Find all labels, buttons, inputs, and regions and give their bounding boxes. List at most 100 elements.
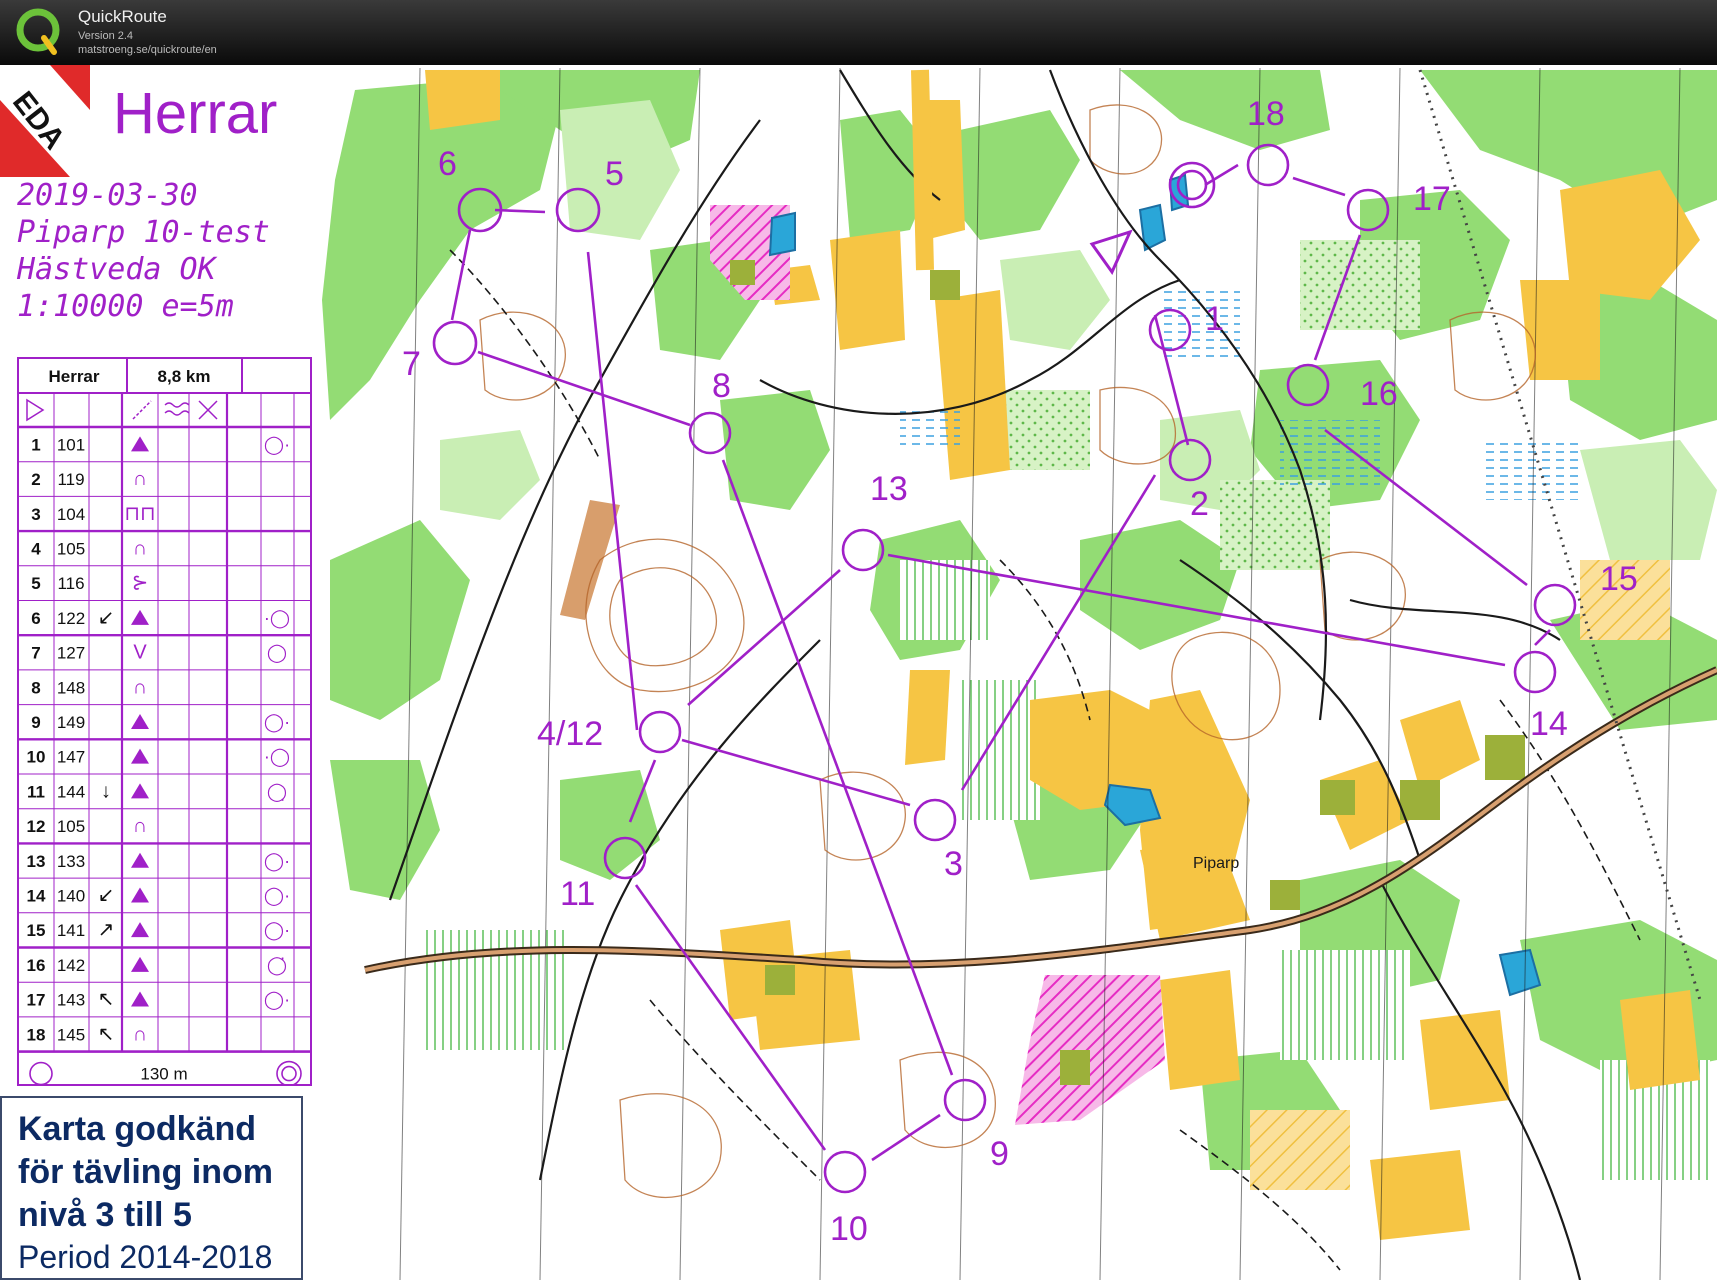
- control-code: 141: [57, 921, 85, 940]
- feature-symbol: ∩: [133, 537, 147, 559]
- club-name: Hästveda OK: [17, 252, 216, 287]
- boulder-feature-icon: [131, 609, 149, 625]
- control-label: 11: [560, 875, 595, 913]
- boulder-feature-icon: [131, 887, 149, 903]
- boulder-feature-icon: [131, 436, 149, 452]
- control-label: 16: [1360, 375, 1398, 413]
- location-detail-symbol: ◯·: [264, 885, 290, 906]
- control-code: 122: [57, 609, 85, 628]
- quickroute-logo-icon: [16, 8, 60, 55]
- app-version: Version 2.4: [78, 30, 134, 42]
- place-name-label: Piparp: [1193, 855, 1239, 872]
- location-detail-symbol: ·◯: [264, 747, 290, 768]
- control-label: 6: [438, 145, 457, 183]
- location-detail-symbol: ◯·: [264, 712, 290, 733]
- wavy-icon: [164, 402, 190, 416]
- location-detail-symbol: ◯̣: [267, 781, 287, 802]
- direction-symbol: ↗: [98, 919, 115, 941]
- control-code: 142: [57, 956, 85, 975]
- direction-symbol: ↖: [98, 989, 115, 1011]
- sheet-course-length: 8,8 km: [158, 367, 211, 386]
- control-number: 18: [27, 1025, 46, 1044]
- control-label: 13: [870, 470, 908, 508]
- control-label: 9: [990, 1135, 1009, 1173]
- boulder-feature-icon: [131, 783, 149, 799]
- control-code: 104: [57, 505, 85, 524]
- location-detail-symbol: ◯·: [264, 851, 290, 872]
- control-label: 15: [1600, 560, 1638, 598]
- control-number: 2: [31, 470, 40, 489]
- location-detail-symbol: ◯·: [264, 434, 290, 455]
- feature-symbol: V: [133, 642, 147, 664]
- finish-distance: 130 m: [140, 1065, 187, 1084]
- control-code: 143: [57, 991, 85, 1010]
- control-code: 145: [57, 1025, 85, 1044]
- control-number: 3: [31, 505, 40, 524]
- control-label: 2: [1190, 485, 1209, 523]
- control-code: 127: [57, 644, 85, 663]
- control-number: 13: [27, 852, 46, 871]
- control-label: 8: [712, 367, 731, 405]
- feature-symbol: ∩: [133, 1023, 147, 1045]
- location-detail-symbol: ◯: [267, 643, 287, 664]
- app-url[interactable]: matstroeng.se/quickroute/en: [78, 44, 217, 56]
- start-triangle-icon: [26, 398, 45, 422]
- location-detail-symbol: ◯·: [264, 920, 290, 941]
- control-number: 7: [31, 644, 40, 663]
- description-grid: Herrar 8,8 km1 101 ◯·2 119 ∩3 104 ⊓⊓4 105 ∩5 116 ⊱6…: [19, 359, 310, 1087]
- direction-symbol: ↓: [101, 780, 111, 802]
- control-number: 5: [31, 574, 40, 593]
- terrain-layer: [310, 67, 1717, 1280]
- finish-start-circle-icon: [29, 1061, 53, 1086]
- eda-club-logo: EDA: [0, 65, 90, 177]
- boulder-feature-icon: [131, 922, 149, 938]
- boulder-feature-icon: [131, 748, 149, 764]
- control-number: 14: [27, 886, 46, 905]
- map-scale: 1:10000 e=5m: [17, 289, 234, 324]
- feature-symbol: ∩: [133, 468, 147, 490]
- control-code: 101: [57, 435, 85, 454]
- direction-symbol: ↙: [98, 884, 115, 906]
- control-description-sheet: Herrar 8,8 km 1 101 ◯· 2 119 ∩ 3 104 ⊓⊓ 4 105 ∩ 5 116 ⊱ 6…: [17, 357, 312, 1087]
- feature-symbol: ∩: [133, 815, 147, 837]
- event-name: Piparp 10-test: [17, 215, 270, 250]
- crossing-icon: [132, 400, 152, 420]
- location-detail-symbol: ◯·: [264, 990, 290, 1011]
- control-code: 148: [57, 678, 85, 697]
- control-code: 105: [57, 817, 85, 836]
- control-number: 4: [31, 539, 41, 558]
- control-number: 8: [31, 678, 40, 697]
- control-label: 14: [1530, 705, 1568, 743]
- boulder-feature-icon: [131, 956, 149, 972]
- cross-icon: [198, 400, 218, 420]
- approval-line: för tävling inom: [18, 1153, 273, 1191]
- course-title: Herrar: [113, 81, 278, 146]
- event-date: 2019-03-30: [17, 178, 198, 213]
- control-number: 16: [27, 956, 46, 975]
- control-code: 133: [57, 852, 85, 871]
- app-titlebar: QuickRoute Version 2.4 matstroeng.se/qui…: [0, 0, 1717, 65]
- control-number: 12: [27, 817, 46, 836]
- control-number: 10: [27, 748, 46, 767]
- control-number: 9: [31, 713, 40, 732]
- control-code: 149: [57, 713, 85, 732]
- boulder-feature-icon: [131, 713, 149, 729]
- control-number: 6: [31, 609, 40, 628]
- control-code: 147: [57, 748, 85, 767]
- location-detail-symbol: ◯̇: [267, 955, 287, 976]
- approval-line: Karta godkänd: [18, 1110, 257, 1148]
- direction-symbol: ↖: [98, 1023, 115, 1045]
- control-code: 119: [57, 470, 84, 489]
- feature-symbol: ∩: [133, 676, 147, 698]
- approval-period: Period 2014-2018: [18, 1239, 273, 1275]
- sheet-class-name: Herrar: [48, 367, 99, 386]
- control-label: 18: [1247, 95, 1285, 133]
- control-label: 3: [944, 845, 963, 883]
- control-label: 5: [605, 155, 624, 193]
- boulder-feature-icon: [131, 991, 149, 1007]
- control-label: 7: [402, 345, 421, 383]
- control-number: 17: [27, 991, 46, 1010]
- control-code: 116: [57, 574, 84, 593]
- control-label: 17: [1413, 180, 1451, 218]
- direction-symbol: ↙: [98, 607, 115, 629]
